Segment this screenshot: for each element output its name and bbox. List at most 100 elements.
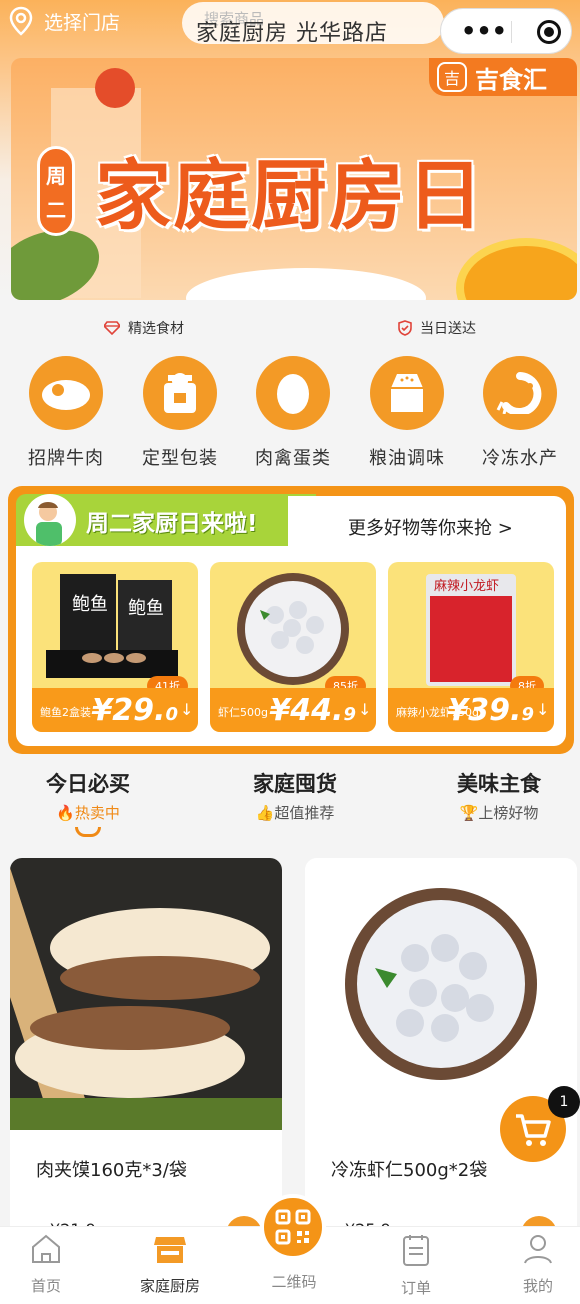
product-price: ¥39.9 (447, 693, 534, 728)
product-price: ¥44.9 (269, 693, 356, 728)
tomato-image (95, 68, 135, 108)
tab-today-must-buy[interactable]: 今日必买 🔥热卖中 (38, 768, 138, 837)
nav-home[interactable]: 首页 (6, 1233, 86, 1296)
shield-check-icon (398, 320, 412, 336)
nav-label: 家庭厨房 (139, 1277, 200, 1295)
svg-text:麻辣小龙虾: 麻辣小龙虾 (434, 579, 499, 594)
feature-same-day: 当日送达 (398, 318, 476, 338)
promo-mascot-image (24, 494, 76, 546)
search-bar[interactable]: 搜索商品 家庭厨房 光华路店 (182, 2, 444, 46)
product-name: 冷冻虾仁500g*2袋 (331, 1160, 488, 1181)
tab-title: 美味主食 (457, 772, 541, 796)
svg-text:鲍鱼: 鲍鱼 (128, 598, 164, 619)
miniprogram-capsule: ••• (440, 8, 572, 54)
steak-icon (29, 356, 103, 430)
location-pin-icon (9, 6, 33, 36)
package-icon (143, 356, 217, 430)
feature-row: 精选食材 当日送达 (0, 318, 580, 340)
plate-image (186, 268, 426, 300)
seasoning-icon (370, 356, 444, 430)
category-meat-eggs[interactable]: 肉禽蛋类 (243, 356, 343, 470)
roujiamo-image (10, 858, 282, 1130)
diamond-icon (104, 321, 120, 335)
cart-count-badge: 1 (548, 1086, 580, 1118)
crayfish-bag-image: 麻辣小龙虾 (426, 574, 516, 686)
capsule-divider (511, 21, 512, 43)
home-icon (32, 1234, 60, 1263)
promo-product-card[interactable]: 鲍鱼 鲍鱼 41折 鲍鱼2盒装 ¥29.0 ↓ (32, 562, 198, 732)
category-label: 肉禽蛋类 (255, 448, 331, 469)
product-card[interactable]: 肉夹馍160克*3/袋 ¥21.9 (10, 858, 282, 1238)
store-selector[interactable]: 选择门店 (8, 6, 120, 36)
nav-label: 订单 (400, 1279, 431, 1297)
category-label: 招牌牛肉 (28, 448, 104, 469)
product-price: ¥29.0 (91, 693, 178, 728)
shrimp-icon (483, 356, 557, 430)
thumbs-up-icon: 👍 (255, 804, 275, 822)
hero-banner[interactable]: 吉 吉食汇 周二 家庭厨房日 (11, 58, 577, 300)
product-name: 肉夹馍160克*3/袋 (36, 1160, 187, 1181)
promo-title: 周二家厨日来啦! (86, 511, 258, 537)
category-label: 粮油调味 (369, 448, 445, 469)
category-seasoning[interactable]: 粮油调味 (357, 356, 457, 470)
nav-label: 首页 (30, 1277, 61, 1295)
feature-selected-ingredients: 精选食材 (104, 318, 184, 338)
promo-section: 周二家厨日来啦! 更多好物等你来抢 > 鲍鱼 鲍鱼 41折 鲍鱼2盒装 ¥29.0… (8, 486, 574, 754)
profile-icon (524, 1235, 552, 1264)
store-icon (154, 1237, 186, 1263)
tab-subtitle: 🏆上榜好物 (459, 804, 539, 822)
category-packaged[interactable]: 定型包装 (130, 356, 230, 470)
nav-profile[interactable]: 我的 (498, 1233, 578, 1296)
tab-title: 今日必买 (46, 772, 130, 796)
down-arrow-icon: ↓ (358, 700, 372, 719)
tab-subtitle: 👍超值推荐 (255, 804, 335, 822)
nav-label: 二维码 (271, 1273, 317, 1291)
feature-label: 当日送达 (420, 321, 476, 337)
promo-products: 鲍鱼 鲍鱼 41折 鲍鱼2盒装 ¥29.0 ↓ 85折 虾仁500g ¥44.9 … (16, 546, 566, 746)
category-beef[interactable]: 招牌牛肉 (16, 356, 116, 470)
tab-subtitle: 🔥热卖中 (56, 804, 120, 822)
brand-logo-icon: 吉 (437, 62, 467, 92)
shrimp-plate-image (237, 573, 349, 685)
product-name: 虾仁500g (218, 706, 268, 719)
nav-qr-code[interactable]: 二维码 (254, 1265, 334, 1292)
nav-label: 我的 (522, 1277, 553, 1295)
banner-title: 家庭厨房日 (95, 151, 485, 240)
orders-icon (403, 1235, 429, 1266)
tab-staple-food[interactable]: 美味主食 🏆上榜好物 (454, 768, 544, 823)
promo-product-card[interactable]: 85折 虾仁500g ¥44.9 ↓ (210, 562, 376, 732)
product-card[interactable]: 冷冻虾仁500g*2袋 ¥25.9 (305, 858, 577, 1238)
promo-product-card[interactable]: 麻辣小龙虾 8折 麻辣小龙虾750g ¥39.9 ↓ (388, 562, 554, 732)
category-label: 冷冻水产 (482, 448, 558, 469)
nav-orders[interactable]: 订单 (376, 1233, 456, 1298)
egg-icon (256, 356, 330, 430)
store-selector-label: 选择门店 (44, 11, 121, 34)
promo-header: 周二家厨日来啦! 更多好物等你来抢 > (8, 486, 574, 552)
down-arrow-icon: ↓ (180, 700, 194, 719)
tab-title: 家庭囤货 (253, 772, 337, 796)
store-name: 家庭厨房 光华路店 (196, 21, 388, 46)
abalone-box-image: 鲍鱼 鲍鱼 (46, 574, 178, 678)
qr-code-button[interactable] (260, 1194, 326, 1260)
product-name: 鲍鱼2盒装 (40, 706, 91, 719)
nav-family-kitchen[interactable]: 家庭厨房 (130, 1233, 210, 1296)
svg-text:鲍鱼: 鲍鱼 (72, 594, 108, 615)
orange-image (456, 238, 577, 300)
tab-family-stock[interactable]: 家庭囤货 👍超值推荐 (250, 768, 340, 823)
promo-more-link[interactable]: 更多好物等你来抢 > (288, 496, 566, 552)
brand-name: 吉食汇 (475, 65, 547, 94)
brand-tag: 吉 吉食汇 (429, 58, 577, 96)
down-arrow-icon: ↓ (536, 700, 550, 719)
shrimp-bowl-image (305, 858, 577, 1130)
weekday-badge: 周二 (37, 146, 75, 236)
fire-icon: 🔥 (56, 804, 75, 822)
product-tabs: 今日必买 🔥热卖中 家庭囤货 👍超值推荐 美味主食 🏆上榜好物 (0, 768, 580, 838)
active-tab-indicator (75, 827, 101, 837)
category-label: 定型包装 (142, 448, 218, 469)
more-icon[interactable]: ••• (461, 17, 507, 45)
category-seafood[interactable]: 冷冻水产 (470, 356, 570, 470)
close-target-icon[interactable] (537, 20, 561, 44)
trophy-icon: 🏆 (459, 804, 479, 822)
qr-code-icon (275, 1209, 311, 1245)
feature-label: 精选食材 (128, 321, 184, 337)
